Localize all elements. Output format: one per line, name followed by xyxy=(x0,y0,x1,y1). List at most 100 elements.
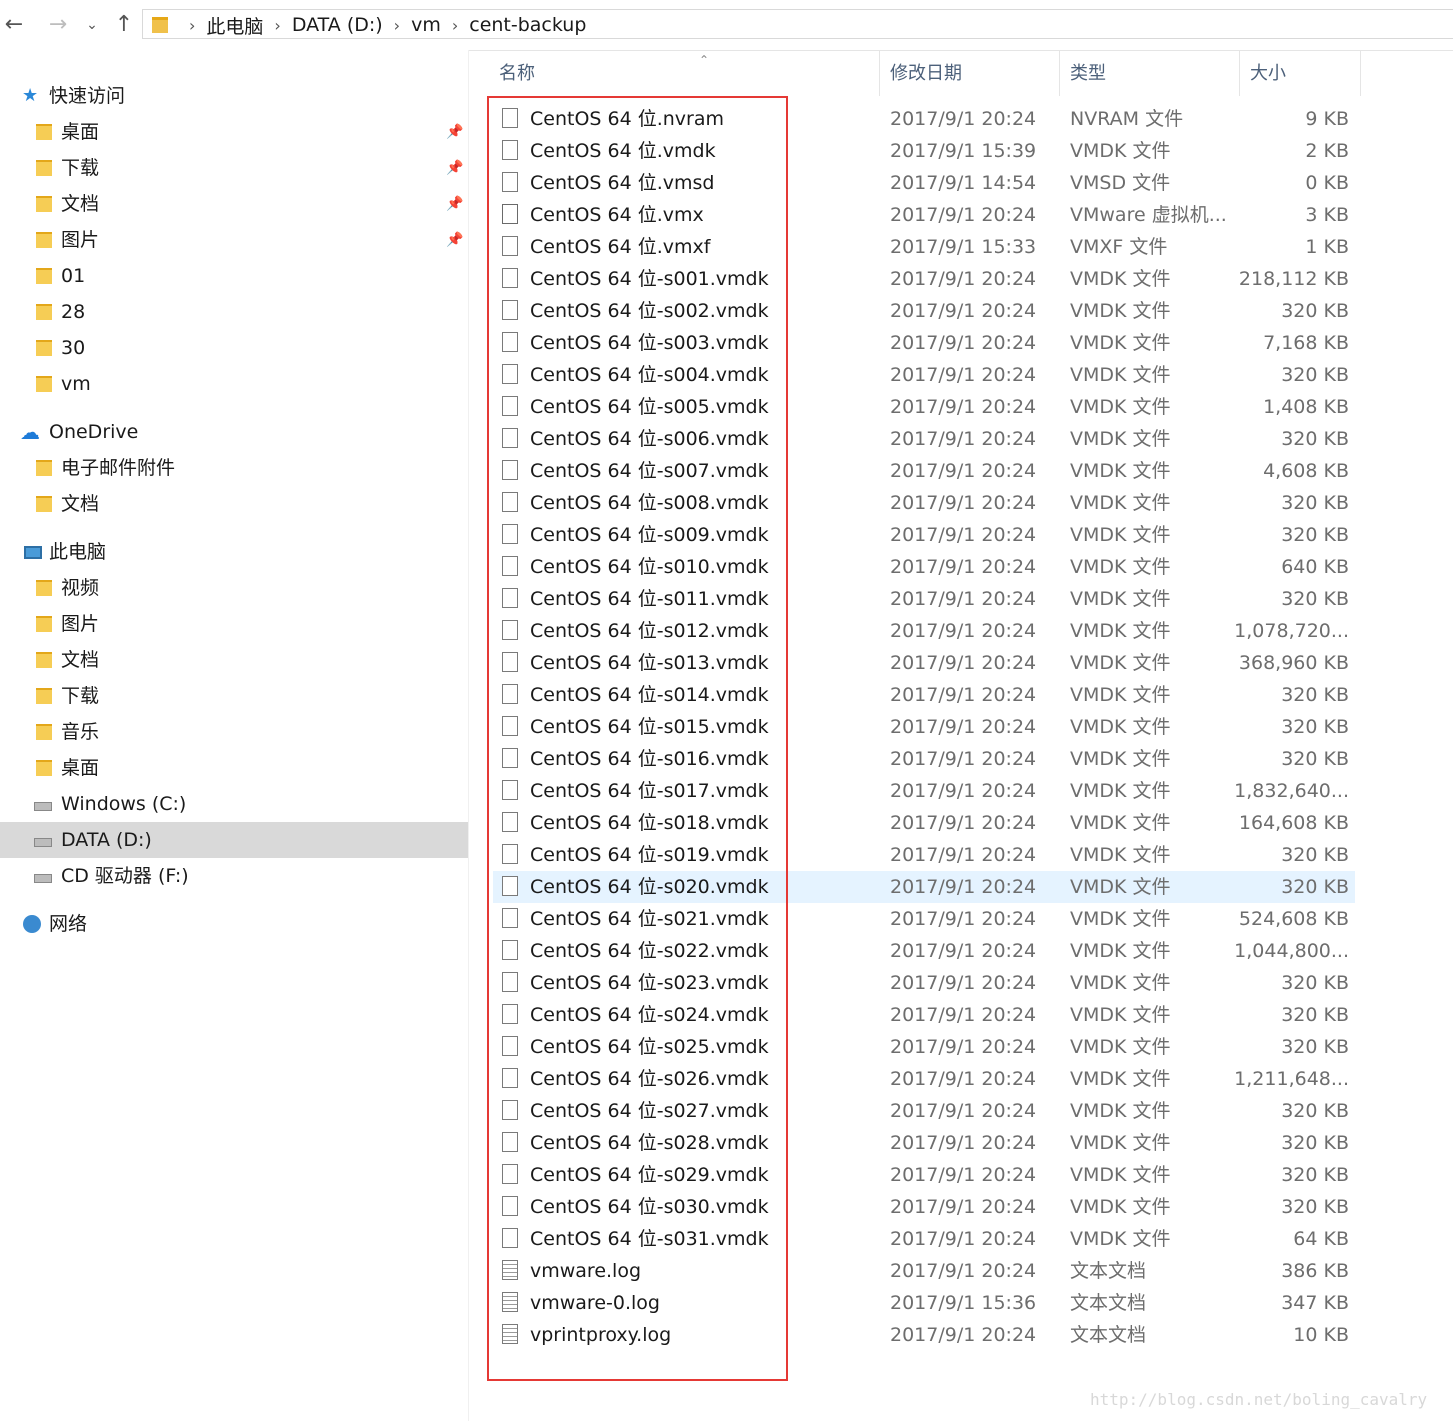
file-type: VMDK 文件 xyxy=(1070,1004,1171,1026)
chevron-right-icon[interactable]: › xyxy=(394,16,400,35)
chevron-right-icon[interactable]: › xyxy=(274,16,280,35)
nav-item-folder[interactable]: 01 xyxy=(0,258,468,294)
file-size: 320 KB xyxy=(1281,1036,1349,1058)
file-size: 320 KB xyxy=(1281,588,1349,610)
nav-item-videos[interactable]: 视频 xyxy=(0,570,468,606)
folder-icon xyxy=(152,17,168,33)
nav-item-folder[interactable]: 30 xyxy=(0,330,468,366)
chevron-right-icon[interactable]: › xyxy=(452,16,458,35)
back-arrow-icon[interactable]: ← xyxy=(0,10,28,40)
file-size: 320 KB xyxy=(1281,492,1349,514)
file-date: 2017/9/1 20:24 xyxy=(890,1164,1037,1186)
file-date: 2017/9/1 20:24 xyxy=(890,1196,1037,1218)
file-type: VMDK 文件 xyxy=(1070,748,1171,770)
nav-this-pc[interactable]: 此电脑 xyxy=(0,534,468,570)
file-date: 2017/9/1 20:24 xyxy=(890,940,1037,962)
file-date: 2017/9/1 20:24 xyxy=(890,396,1037,418)
file-type: VMDK 文件 xyxy=(1070,1228,1171,1250)
nav-item-pictures[interactable]: 图片 📌 xyxy=(0,222,468,258)
nav-label: DATA (D:) xyxy=(61,829,152,851)
nav-label: 图片 xyxy=(61,613,100,635)
file-date: 2017/9/1 20:24 xyxy=(890,492,1037,514)
file-type: VMware 虚拟机... xyxy=(1070,204,1227,226)
file-type: VMDK 文件 xyxy=(1070,876,1171,898)
file-date: 2017/9/1 20:24 xyxy=(890,524,1037,546)
file-type: VMDK 文件 xyxy=(1070,844,1171,866)
nav-item-downloads[interactable]: 下载 xyxy=(0,678,468,714)
breadcrumb-item[interactable]: cent-backup xyxy=(469,14,586,36)
file-size: 320 KB xyxy=(1281,748,1349,770)
nav-label: 桌面 xyxy=(61,757,100,779)
forward-arrow-icon[interactable]: → xyxy=(44,10,72,40)
file-date: 2017/9/1 20:24 xyxy=(890,268,1037,290)
star-icon: ★ xyxy=(22,85,39,106)
file-date: 2017/9/1 20:24 xyxy=(890,1132,1037,1154)
nav-item-documents[interactable]: 文档 📌 xyxy=(0,186,468,222)
file-size: 320 KB xyxy=(1281,876,1349,898)
breadcrumb-item[interactable]: 此电脑 xyxy=(206,12,263,39)
chevron-right-icon[interactable]: › xyxy=(189,16,195,35)
pin-icon[interactable]: 📌 xyxy=(446,114,463,150)
file-date: 2017/9/1 14:54 xyxy=(890,172,1037,194)
file-type: VMDK 文件 xyxy=(1070,524,1171,546)
column-header-type[interactable]: 类型 xyxy=(1060,50,1240,96)
nav-onedrive[interactable]: ☁ OneDrive xyxy=(0,414,468,450)
pin-icon[interactable]: 📌 xyxy=(446,222,463,258)
nav-item-pictures[interactable]: 图片 xyxy=(0,606,468,642)
file-date: 2017/9/1 20:24 xyxy=(890,748,1037,770)
pin-icon[interactable]: 📌 xyxy=(446,150,463,186)
file-date: 2017/9/1 20:24 xyxy=(890,332,1037,354)
nav-label: vm xyxy=(61,373,91,395)
file-size: 320 KB xyxy=(1281,1100,1349,1122)
nav-label: 30 xyxy=(61,337,86,359)
nav-label: 下载 xyxy=(61,157,100,179)
desktop-folder-icon xyxy=(36,760,52,776)
nav-item-desktop[interactable]: 桌面 xyxy=(0,750,468,786)
file-date: 2017/9/1 20:24 xyxy=(890,1260,1037,1282)
nav-label: 28 xyxy=(61,301,86,323)
breadcrumb: › 此电脑 › DATA (D:) › vm › cent-backup xyxy=(143,10,586,40)
file-size: 2 KB xyxy=(1305,140,1349,162)
file-type: VMDK 文件 xyxy=(1070,364,1171,386)
nav-item-drive-c[interactable]: Windows (C:) xyxy=(0,786,468,822)
file-type: VMDK 文件 xyxy=(1070,812,1171,834)
nav-item-drive-d[interactable]: DATA (D:) xyxy=(0,822,468,858)
up-arrow-icon[interactable]: ↑ xyxy=(110,10,138,40)
nav-quick-access[interactable]: ★ 快速访问 xyxy=(0,78,468,114)
nav-item-music[interactable]: 音乐 xyxy=(0,714,468,750)
file-type: 文本文档 xyxy=(1070,1260,1147,1282)
nav-item-folder[interactable]: 电子邮件附件 xyxy=(0,450,468,486)
nav-network[interactable]: 网络 xyxy=(0,906,468,942)
nav-item-documents[interactable]: 文档 xyxy=(0,642,468,678)
pane-divider[interactable] xyxy=(468,50,469,1421)
file-type: 文本文档 xyxy=(1070,1324,1147,1346)
file-date: 2017/9/1 20:24 xyxy=(890,620,1037,642)
file-size: 64 KB xyxy=(1293,1228,1349,1250)
column-header-size[interactable]: 大小 xyxy=(1240,50,1361,96)
chevron-down-icon[interactable]: ⌄ xyxy=(78,10,106,40)
file-date: 2017/9/1 20:24 xyxy=(890,364,1037,386)
pin-icon[interactable]: 📌 xyxy=(446,186,463,222)
nav-item-desktop[interactable]: 桌面 📌 xyxy=(0,114,468,150)
nav-item-folder[interactable]: vm xyxy=(0,366,468,402)
file-type: VMDK 文件 xyxy=(1070,332,1171,354)
column-header-date[interactable]: 修改日期 xyxy=(880,50,1060,96)
file-type: VMDK 文件 xyxy=(1070,460,1171,482)
address-input[interactable]: › 此电脑 › DATA (D:) › vm › cent-backup xyxy=(142,9,1453,39)
nav-item-cd-drive[interactable]: CD 驱动器 (F:) xyxy=(0,858,468,894)
file-size: 1,211,648... xyxy=(1234,1068,1349,1090)
windows-drive-icon xyxy=(34,802,52,811)
breadcrumb-item[interactable]: vm xyxy=(411,14,441,36)
nav-label: 网络 xyxy=(49,913,88,935)
nav-item-folder[interactable]: 文档 xyxy=(0,486,468,522)
nav-label: 快速访问 xyxy=(49,85,126,107)
nav-item-folder[interactable]: 28 xyxy=(0,294,468,330)
watermark: http://blog.csdn.net/boling_cavalry xyxy=(1090,1390,1428,1409)
file-date: 2017/9/1 20:24 xyxy=(890,908,1037,930)
file-size: 218,112 KB xyxy=(1238,268,1349,290)
nav-label: 图片 xyxy=(61,229,100,251)
nav-item-downloads[interactable]: 下载 📌 xyxy=(0,150,468,186)
column-header-name[interactable]: ⌃ 名称 xyxy=(489,50,880,96)
breadcrumb-item[interactable]: DATA (D:) xyxy=(292,14,383,36)
nav-label: CD 驱动器 (F:) xyxy=(61,865,189,887)
